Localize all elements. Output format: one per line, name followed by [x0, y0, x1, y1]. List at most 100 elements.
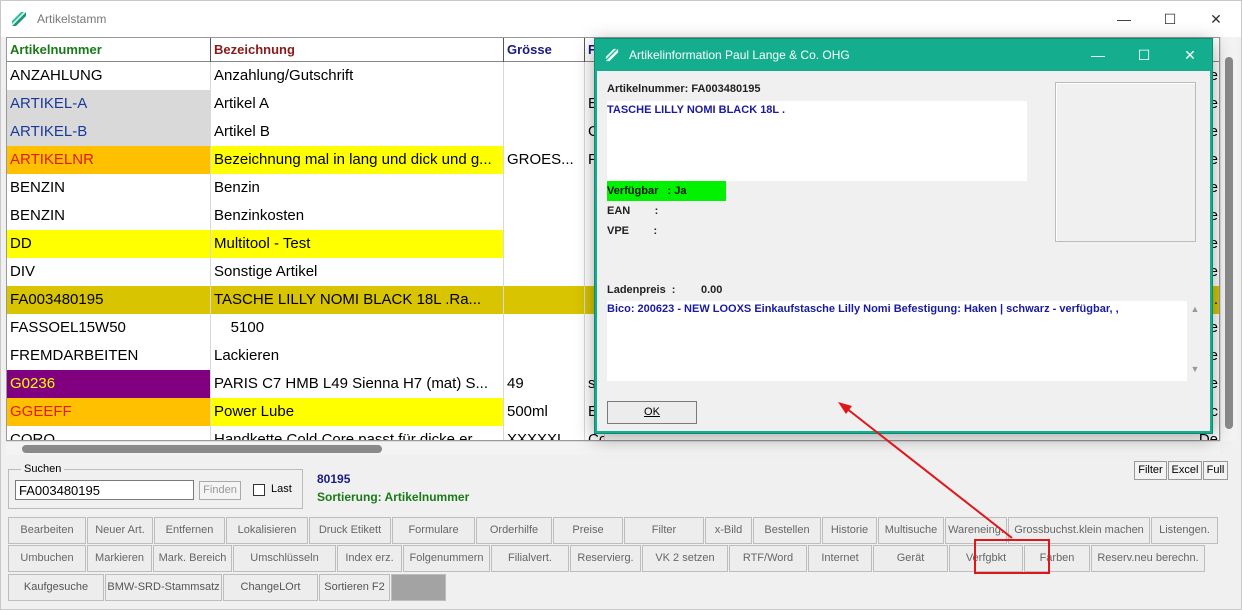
table-cell: [504, 342, 585, 370]
maximize-icon[interactable]: ☐: [1147, 1, 1193, 37]
table-cell: TASCHE LILLY NOMI BLACK 18L .Ra...: [211, 286, 504, 314]
close-icon[interactable]: ✕: [1193, 1, 1239, 37]
btn-bestellen[interactable]: Bestellen: [753, 517, 821, 544]
table-cell: [504, 90, 585, 118]
table-cell: Artikel A: [211, 90, 504, 118]
table-cell: DIV: [7, 258, 211, 286]
btn-druck-etikett[interactable]: Druck Etikett: [309, 517, 391, 544]
article-image-frame: [1055, 82, 1196, 242]
table-cell: PARIS C7 HMB L49 Sienna H7 (mat) S...: [211, 370, 504, 398]
btn-formulare[interactable]: Formulare: [392, 517, 475, 544]
dialog-minimize-icon[interactable]: —: [1075, 39, 1121, 71]
table-cell: Artikel B: [211, 118, 504, 146]
table-cell: Benzinkosten: [211, 202, 504, 230]
table-cell: ARTIKEL-A: [7, 90, 211, 118]
btn-listengen[interactable]: Listengen.: [1151, 517, 1218, 544]
search-input[interactable]: [15, 480, 194, 500]
availability-text: Verfügbar : Ja: [607, 185, 687, 197]
col-header-article-number[interactable]: Artikelnummer: [7, 38, 211, 62]
minimize-icon[interactable]: —: [1101, 1, 1147, 37]
table-cell: 5100: [211, 314, 504, 342]
btn-umschlüsseln[interactable]: Umschlüsseln: [233, 545, 336, 572]
sort-info: Sortierung: Artikelnummer: [317, 490, 470, 504]
memo-scrollbar[interactable]: ▲ ▼: [1187, 301, 1203, 381]
btn-orderhilfe[interactable]: Orderhilfe: [476, 517, 552, 544]
btn-reservierg[interactable]: Reservierg.: [570, 545, 641, 572]
article-number-label: Artikelnummer: FA003480195: [607, 83, 761, 95]
vertical-scrollbar[interactable]: [1220, 37, 1237, 441]
memo-text: Bico: 200623 - NEW LOOXS Einkaufstasche …: [607, 303, 1119, 315]
btn-bmw-srd-stammsatz[interactable]: BMW-SRD-Stammsatz: [105, 574, 222, 601]
table-cell: [504, 174, 585, 202]
col-header-description[interactable]: Bezeichnung: [211, 38, 504, 62]
table-cell: Bezeichnung mal in lang und dick und g..…: [211, 146, 504, 174]
btn-historie[interactable]: Historie: [822, 517, 877, 544]
table-cell: Handkette Cold Core passt für dicke er..…: [211, 426, 504, 440]
btn-entfernen[interactable]: Entfernen: [154, 517, 225, 544]
btn-neuer-art[interactable]: Neuer Art.: [87, 517, 153, 544]
btn-index-erz[interactable]: Index erz.: [337, 545, 402, 572]
btn-folgenummern[interactable]: Folgenummern: [403, 545, 490, 572]
scroll-down-icon[interactable]: ▼: [1187, 364, 1203, 374]
btn-sortieren-f2[interactable]: Sortieren F2: [319, 574, 390, 601]
btn-filialvert[interactable]: Filialvert.: [491, 545, 569, 572]
dialog-logo-icon: [605, 48, 619, 62]
table-cell: [504, 286, 585, 314]
dialog-maximize-icon[interactable]: ☐: [1121, 39, 1167, 71]
btn-markieren[interactable]: Markieren: [87, 545, 152, 572]
last-checkbox[interactable]: [253, 484, 265, 496]
table-cell: [504, 230, 585, 258]
btn-lokalisieren[interactable]: Lokalisieren: [226, 517, 308, 544]
find-button[interactable]: Finden: [199, 481, 241, 500]
highlight-annotation: [974, 539, 1050, 574]
filter-toggle-button[interactable]: Filter: [1134, 461, 1167, 480]
btn-x-bild[interactable]: x-Bild: [705, 517, 752, 544]
table-cell: Multitool - Test: [211, 230, 504, 258]
table-cell: Benzin: [211, 174, 504, 202]
horizontal-scrollbar[interactable]: [6, 441, 1220, 455]
table-cell: 49: [504, 370, 585, 398]
table-cell: BENZIN: [7, 174, 211, 202]
btn-empty[interactable]: [391, 574, 446, 601]
title-bar: Artikelstamm: [1, 1, 1241, 37]
btn-reserv-neu-berechn[interactable]: Reserv.neu berechn.: [1091, 545, 1205, 572]
window-title: Artikelstamm: [37, 12, 107, 26]
col-header-size[interactable]: Grösse: [504, 38, 585, 62]
btn-multisuche[interactable]: Multisuche: [878, 517, 944, 544]
table-cell: ANZAHLUNG: [7, 62, 211, 90]
dialog-title: Artikelinformation Paul Lange & Co. OHG: [629, 48, 850, 62]
availability-field: Verfügbar : Ja: [607, 181, 726, 201]
table-cell: Sonstige Artikel: [211, 258, 504, 286]
table-cell: BENZIN: [7, 202, 211, 230]
dialog-close-icon[interactable]: ✕: [1167, 39, 1213, 71]
table-cell: Lackieren: [211, 342, 504, 370]
btn-umbuchen[interactable]: Umbuchen: [8, 545, 86, 572]
full-button[interactable]: Full: [1203, 461, 1228, 480]
table-cell: FASSOEL15W50: [7, 314, 211, 342]
btn-changelort[interactable]: ChangeLOrt: [223, 574, 318, 601]
btn-vk-2-setzen[interactable]: VK 2 setzen: [642, 545, 728, 572]
table-cell: [504, 202, 585, 230]
table-cell: G0236: [7, 370, 211, 398]
table-cell: GROES...: [504, 146, 585, 174]
last-label: Last: [271, 483, 292, 495]
vpe-label: VPE :: [607, 225, 658, 237]
excel-button[interactable]: Excel: [1168, 461, 1202, 480]
price-label: Ladenpreis :: [607, 284, 676, 296]
btn-filter[interactable]: Filter: [624, 517, 704, 544]
btn-preise[interactable]: Preise: [553, 517, 623, 544]
table-cell: FA003480195: [7, 286, 211, 314]
btn-internet[interactable]: Internet: [808, 545, 872, 572]
btn-kaufgesuche[interactable]: Kaufgesuche: [8, 574, 104, 601]
btn-gerät[interactable]: Gerät: [873, 545, 948, 572]
btn-rtf-word[interactable]: RTF/Word: [729, 545, 807, 572]
table-cell: GGEEFF: [7, 398, 211, 426]
scroll-up-icon[interactable]: ▲: [1187, 304, 1203, 314]
btn-mark-bereich[interactable]: Mark. Bereich: [153, 545, 232, 572]
btn-bearbeiten[interactable]: Bearbeiten: [8, 517, 86, 544]
article-info-dialog: Artikelinformation Paul Lange & Co. OHG …: [594, 38, 1213, 434]
ok-button[interactable]: OK: [607, 401, 697, 424]
ean-label: EAN :: [607, 205, 659, 217]
description-text: TASCHE LILLY NOMI BLACK 18L .: [607, 104, 786, 116]
table-cell: FREMDARBEITEN: [7, 342, 211, 370]
